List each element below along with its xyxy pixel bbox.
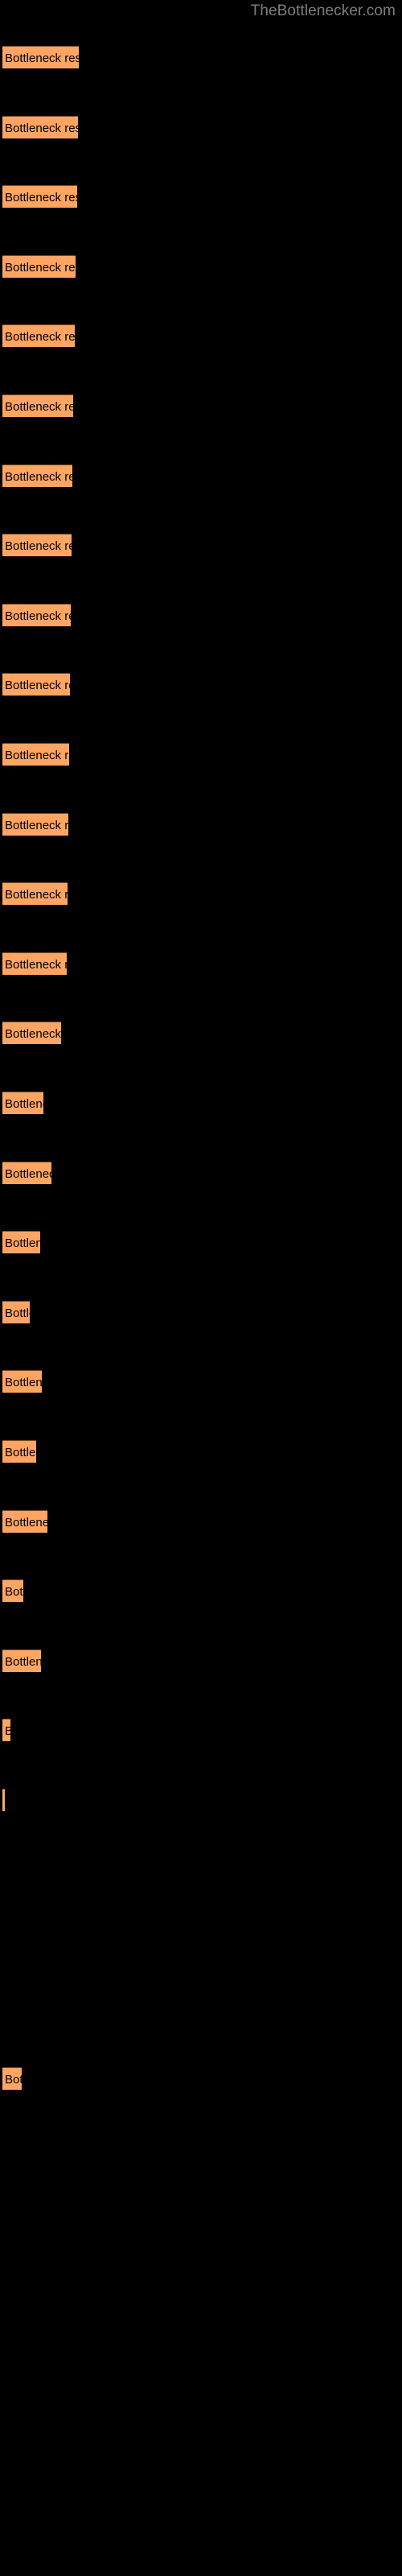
- bar-bottleneck-result[interactable]: Bottleneck result: [2, 115, 78, 138]
- bar-bottleneck-result[interactable]: Bottleneck result: [2, 743, 69, 766]
- bar-label: Bottleneck result: [5, 539, 72, 554]
- bar-bottleneck-result[interactable]: Bottleneck result: [2, 185, 77, 208]
- chart-plot-area: Bottleneck result Bottleneck result Bottle…: [0, 0, 402, 2576]
- bar-bottleneck-result[interactable]: Bottleneck result: [2, 952, 67, 975]
- bar-label: Bottleneck result: [5, 260, 76, 275]
- bar-bottleneck-result[interactable]: Bottleneck result: [2, 1161, 52, 1184]
- bar-bottleneck-result[interactable]: Bottleneck result: [2, 324, 75, 348]
- bar-label: Bottleneck result: [5, 191, 77, 205]
- bar-label: Bottleneck result: [5, 1654, 41, 1669]
- bar-label: Bottleneck result: [5, 400, 73, 414]
- bar-bottleneck-result[interactable]: Bottleneck result: [2, 394, 73, 417]
- bar-bottleneck-result[interactable]: Bottleneck result: [2, 1022, 62, 1045]
- bar-bottleneck-result[interactable]: Bottleneck result: [2, 1370, 42, 1393]
- bar-label: Bottleneck result: [5, 1306, 30, 1320]
- bar-bottleneck-result[interactable]: Bottleneck result: [2, 1789, 6, 1811]
- bar-label: Bottleneck result: [5, 469, 72, 484]
- bar-bottleneck-result[interactable]: Bottleneck result: [2, 1649, 41, 1672]
- bar-label: Bottleneck result: [5, 52, 79, 65]
- bar-label: Bottleneck result: [5, 1236, 40, 1251]
- bar-label: Bottleneck result: [5, 1446, 36, 1459]
- bar-label: Bottleneck result: [5, 818, 68, 832]
- bar-label: Bottleneck result: [5, 1027, 62, 1042]
- bar-label: Bottleneck result: [5, 330, 75, 345]
- bar-bottleneck-result[interactable]: Bottleneck result: [2, 46, 79, 68]
- bar-label: Bottleneck result: [5, 1585, 23, 1600]
- bar-label: Bottleneck result: [5, 749, 69, 762]
- bar-label: Bottleneck result: [5, 1376, 42, 1390]
- bar-label: Bottleneck result: [5, 609, 71, 623]
- bar-bottleneck-result[interactable]: Bottleneck result: [2, 1231, 40, 1254]
- bar-bottleneck-result[interactable]: Bottleneck result: [2, 464, 72, 487]
- bottleneck-chart-root: TheBottlenecker.com Bottleneck resultBot…: [0, 0, 402, 2576]
- bar-bottleneck-result[interactable]: Bottleneck result: [2, 673, 70, 696]
- bar-bottleneck-result[interactable]: Bottleneck result: [2, 254, 76, 278]
- bar-bottleneck-result[interactable]: Bottleneck result: [2, 1440, 36, 1463]
- bar-label: Bottleneck result: [5, 1515, 47, 1530]
- bar-bottleneck-result[interactable]: Bottleneck result: [2, 1579, 23, 1603]
- bar-label: Bottleneck result: [5, 957, 67, 972]
- bar-bottleneck-result[interactable]: Bottleneck result: [2, 1719, 11, 1742]
- bar-bottleneck-result[interactable]: Bottleneck result: [2, 882, 68, 906]
- bar-label: Bottleneck result: [5, 679, 70, 693]
- bar-bottleneck-result[interactable]: Bottleneck result: [2, 2067, 23, 2091]
- bar-label: Bottleneck result: [5, 1723, 10, 1740]
- bar-bottleneck-result[interactable]: Bottleneck result: [2, 603, 71, 626]
- bar-bottleneck-result[interactable]: Bottleneck result: [2, 1092, 43, 1114]
- bar-label: Bottleneck result: [5, 888, 68, 902]
- bar-bottleneck-result[interactable]: Bottleneck result: [2, 1509, 48, 1533]
- bar-bottleneck-result[interactable]: Bottleneck result: [2, 812, 68, 836]
- bar-label: Bottleneck result: [5, 1097, 43, 1111]
- bar-label: Bottleneck result: [5, 121, 78, 135]
- bar-label: Bottleneck result: [5, 1166, 51, 1181]
- bar-bottleneck-result[interactable]: Bottleneck result: [2, 534, 72, 557]
- bar-label: Bottleneck result: [5, 2073, 22, 2087]
- bar-bottleneck-result[interactable]: Bottleneck result: [2, 1300, 30, 1323]
